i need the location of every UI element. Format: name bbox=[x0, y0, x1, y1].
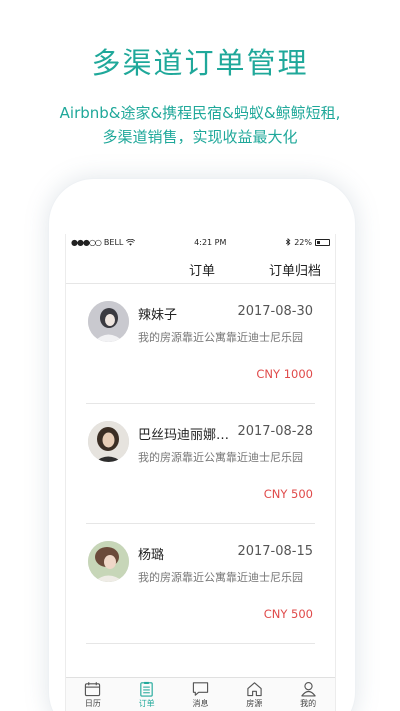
listing-description: 我的房源靠近公寓靠近迪士尼乐园 bbox=[138, 571, 303, 584]
listing-description: 我的房源靠近公寓靠近迪士尼乐园 bbox=[138, 331, 303, 344]
carrier-label: BELL bbox=[103, 237, 124, 247]
status-bar: ●●●○○ BELL 4:21 PM 22% bbox=[66, 234, 335, 250]
order-date: 2017-08-15 bbox=[237, 544, 313, 559]
order-date: 2017-08-30 bbox=[237, 304, 313, 319]
bluetooth-icon bbox=[286, 238, 291, 246]
order-item[interactable]: 辣妹子 2017-08-30 我的房源靠近公寓靠近迪士尼乐园 CNY 1000 bbox=[86, 284, 315, 404]
wifi-icon bbox=[126, 238, 136, 246]
guest-name: 辣妹子 bbox=[138, 308, 178, 323]
order-price: CNY 1000 bbox=[256, 367, 313, 381]
order-date: 2017-08-28 bbox=[237, 424, 313, 439]
tab-label: 消息 bbox=[192, 699, 209, 708]
order-list: 辣妹子 2017-08-30 我的房源靠近公寓靠近迪士尼乐园 CNY 1000 … bbox=[66, 284, 335, 644]
order-archive-button[interactable]: 订单归档 bbox=[269, 260, 321, 279]
listing-description: 我的房源靠近公寓靠近迪士尼乐园 bbox=[138, 451, 303, 464]
promo-headline: 多渠道订单管理 bbox=[91, 46, 309, 80]
page-title: 订单 bbox=[189, 264, 216, 279]
tab-label: 日历 bbox=[84, 699, 101, 708]
order-price: CNY 500 bbox=[263, 487, 313, 501]
order-item[interactable]: 巴丝玛迪丽娜热巴 2017-08-28 我的房源靠近公寓靠近迪士尼乐园 CNY … bbox=[86, 404, 315, 524]
battery-icon bbox=[314, 238, 330, 246]
order-item[interactable]: 杨璐 2017-08-15 我的房源靠近公寓靠近迪士尼乐园 CNY 500 bbox=[86, 524, 315, 644]
status-time: 4:21 PM bbox=[194, 237, 227, 247]
tab-label: 房源 bbox=[246, 699, 263, 708]
avatar bbox=[88, 301, 129, 342]
tab-bar: 日历 订单 消息 房源 我的 bbox=[66, 677, 335, 711]
promo-subline-line-1: Airbnb&途家&携程民宿&蚂蚁&鲸鲸短租, bbox=[59, 104, 341, 122]
house-icon bbox=[247, 682, 262, 697]
tab-label: 我的 bbox=[300, 699, 317, 708]
tab-messages[interactable]: 消息 bbox=[174, 678, 228, 711]
avatar bbox=[88, 421, 129, 462]
guest-name: 杨璐 bbox=[138, 548, 165, 563]
tab-calendar[interactable]: 日历 bbox=[66, 678, 120, 711]
signal-dots: ●●●○○ bbox=[71, 237, 102, 247]
order-price: CNY 500 bbox=[263, 607, 313, 621]
nav-bar: 订单 订单归档 bbox=[66, 250, 335, 284]
tab-orders[interactable]: 订单 bbox=[120, 678, 174, 711]
tab-label: 订单 bbox=[138, 699, 155, 708]
battery-percent: 22% bbox=[294, 237, 312, 247]
phone-screen: ●●●○○ BELL 4:21 PM 22% 订单 订单归档 辣妹子 2017-… bbox=[65, 234, 336, 711]
avatar bbox=[88, 541, 129, 582]
calendar-icon bbox=[85, 682, 101, 697]
promo-subline-line-2: 多渠道销售，实现收益最大化 bbox=[102, 128, 298, 146]
orders-icon bbox=[140, 681, 153, 697]
promo-subline: Airbnb&途家&携程民宿&蚂蚁&鲸鲸短租, 多渠道销售，实现收益最大化 bbox=[0, 101, 400, 149]
tab-profile[interactable]: 我的 bbox=[281, 678, 335, 711]
tab-listings[interactable]: 房源 bbox=[227, 678, 281, 711]
profile-icon bbox=[300, 682, 316, 697]
message-icon bbox=[192, 682, 209, 696]
guest-name: 巴丝玛迪丽娜热巴 bbox=[138, 428, 230, 443]
